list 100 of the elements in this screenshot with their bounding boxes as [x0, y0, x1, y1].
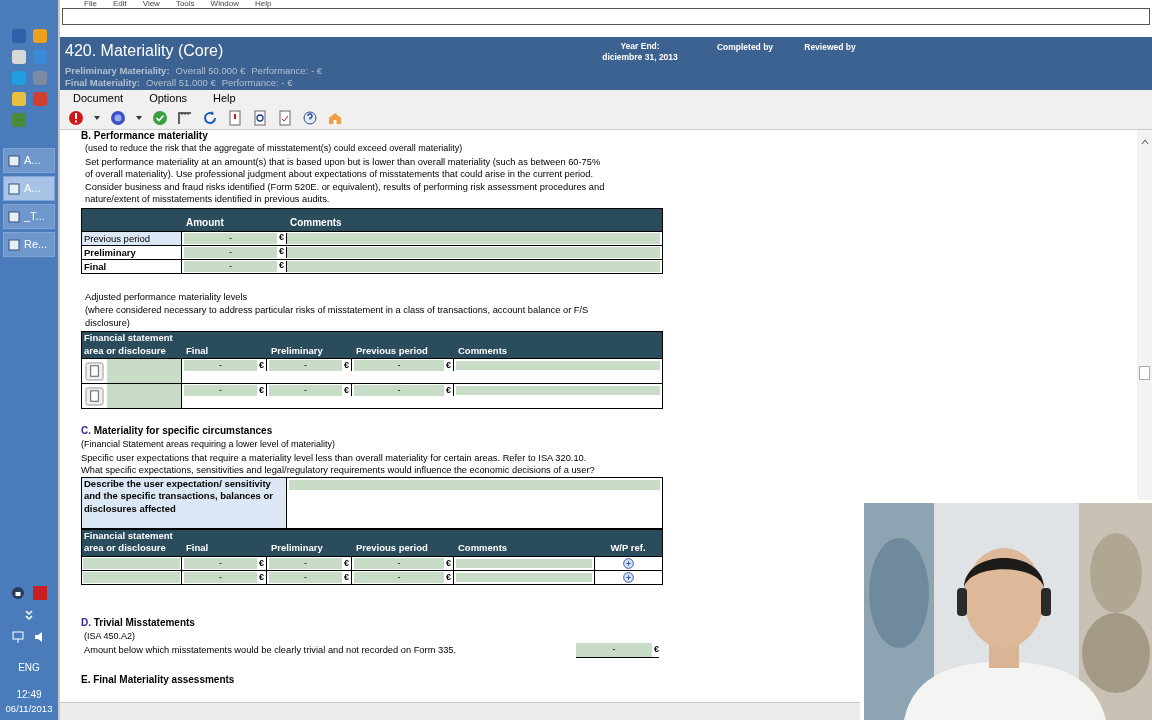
clock-date: 06/11/2013: [5, 701, 53, 716]
currency-symbol: €: [259, 556, 264, 570]
materiality-label: Final Materiality:: [65, 77, 140, 89]
document-icon[interactable]: [85, 386, 104, 406]
amount-field[interactable]: -: [576, 643, 652, 657]
caret-icon[interactable]: [135, 114, 143, 122]
network-icon[interactable]: [11, 629, 25, 644]
chevron-icon[interactable]: [22, 607, 36, 622]
document-icon[interactable]: [85, 361, 104, 381]
app-menu-item[interactable]: Help: [255, 0, 272, 8]
comment-field[interactable]: [456, 572, 592, 582]
currency-symbol: €: [654, 643, 659, 657]
checklist-icon[interactable]: [277, 110, 293, 126]
comment-field[interactable]: [456, 386, 660, 396]
section-description: Specific user expectations that require a materiality level less than overall materiality for certain areas. Refer to ISA 320.10. What specific expectations, sensitivities and legal/regulatory requirements would influence the economic decisions of a user?: [81, 451, 596, 477]
column-header: Financial statement area or disclosure: [83, 332, 174, 358]
app-icon[interactable]: [10, 91, 27, 107]
menu-item[interactable]: Options: [149, 90, 188, 107]
app-icon[interactable]: [10, 49, 27, 65]
amount-field[interactable]: -: [184, 557, 257, 569]
circle-icon[interactable]: [110, 110, 126, 126]
help-icon[interactable]: [302, 110, 318, 126]
currency-symbol: €: [279, 231, 284, 245]
description-field[interactable]: [289, 479, 660, 490]
area-field[interactable]: [83, 557, 180, 569]
scrollbar-thumb[interactable]: [1139, 366, 1150, 380]
home-icon[interactable]: [327, 110, 343, 126]
add-icon[interactable]: [623, 557, 634, 569]
area-field[interactable]: [83, 571, 180, 583]
alert-icon[interactable]: [68, 110, 84, 126]
section-description: Amount below which misstatements would be clearly trivial and not recorded on Form 335.: [84, 643, 458, 657]
amount-field[interactable]: -: [184, 359, 257, 371]
horizontal-scrollbar[interactable]: [60, 702, 860, 720]
overall-value: Overall 51.000 €: [145, 77, 216, 89]
comment-field[interactable]: [286, 260, 660, 272]
comment-field[interactable]: [456, 558, 592, 568]
year-end-label: Year End:: [620, 41, 660, 52]
area-field[interactable]: [107, 359, 181, 384]
performance-value: Performance: - €: [221, 77, 293, 89]
app-icon[interactable]: [31, 28, 48, 44]
amount-field[interactable]: -: [184, 260, 277, 272]
language-indicator[interactable]: ENG: [18, 659, 40, 675]
section-heading: D. Trivial Misstatements: [81, 615, 196, 630]
amount-field[interactable]: -: [184, 571, 257, 583]
column-header: Amount: [185, 215, 225, 230]
section-note: (ISA 450.A2): [84, 629, 137, 643]
address-field[interactable]: [62, 8, 1150, 25]
area-field[interactable]: [107, 384, 181, 409]
column-header: W/P ref.: [609, 542, 647, 555]
amount-field[interactable]: -: [354, 557, 444, 569]
refresh-icon[interactable]: [202, 110, 218, 126]
amount-field[interactable]: -: [354, 571, 444, 583]
row-label: Final: [82, 259, 182, 273]
lock-icon[interactable]: [11, 585, 25, 600]
completed-by-label: Completed by: [715, 41, 775, 54]
check-icon[interactable]: [152, 110, 168, 126]
app-menu-item[interactable]: Edit: [112, 0, 127, 8]
clock-time: 12:49: [16, 687, 42, 702]
currency-symbol: €: [344, 556, 349, 570]
currency-symbol: €: [259, 383, 264, 397]
section-heading: E. Final Materiality assessments: [81, 672, 236, 687]
menu-item[interactable]: Document: [73, 90, 124, 107]
amount-field[interactable]: -: [184, 384, 257, 396]
window-icon: [8, 182, 20, 195]
menu-item[interactable]: Help: [213, 90, 236, 107]
section-note: (used to reduce the risk that the aggregate of misstatement(s) could exceed overall materiality): [85, 142, 464, 155]
scrollbar[interactable]: [1137, 130, 1152, 500]
currency-symbol: €: [446, 383, 451, 397]
app-menu-item[interactable]: Window: [210, 0, 240, 8]
scroll-up-icon[interactable]: [1140, 138, 1149, 146]
currency-symbol: €: [446, 570, 451, 584]
alert-document-icon[interactable]: [227, 110, 243, 126]
column-header: Preliminary: [270, 344, 324, 358]
app-menu-item[interactable]: View: [142, 0, 160, 8]
comment-field[interactable]: [286, 232, 660, 244]
overall-value: Overall 50.000 €: [175, 65, 246, 77]
column-header: Final: [185, 344, 210, 358]
column-header: Comments: [457, 542, 509, 555]
amount-field[interactable]: -: [269, 571, 342, 583]
currency-symbol: €: [279, 245, 284, 259]
euro-document-icon[interactable]: [252, 110, 268, 126]
amount-field[interactable]: -: [184, 246, 277, 258]
amount-field[interactable]: -: [354, 384, 444, 396]
amount-field[interactable]: -: [354, 359, 444, 371]
app-menu-item[interactable]: Tools: [175, 0, 195, 8]
amount-field[interactable]: -: [269, 384, 342, 396]
app-menu-item[interactable]: File: [84, 0, 97, 8]
ruler-icon[interactable]: [177, 110, 193, 126]
comment-field[interactable]: [286, 246, 660, 258]
currency-symbol: €: [344, 570, 349, 584]
amount-field[interactable]: -: [269, 557, 342, 569]
materiality-label: Preliminary Materiality:: [65, 65, 170, 77]
amount-field[interactable]: -: [269, 359, 342, 371]
column-header: Financial statement area or disclosure: [83, 529, 174, 555]
amount-field[interactable]: -: [184, 232, 277, 244]
add-icon[interactable]: [623, 571, 634, 583]
column-header: Final: [185, 542, 210, 555]
caret-icon[interactable]: [93, 114, 101, 122]
comment-field[interactable]: [456, 361, 660, 371]
window-icon: [8, 210, 20, 223]
